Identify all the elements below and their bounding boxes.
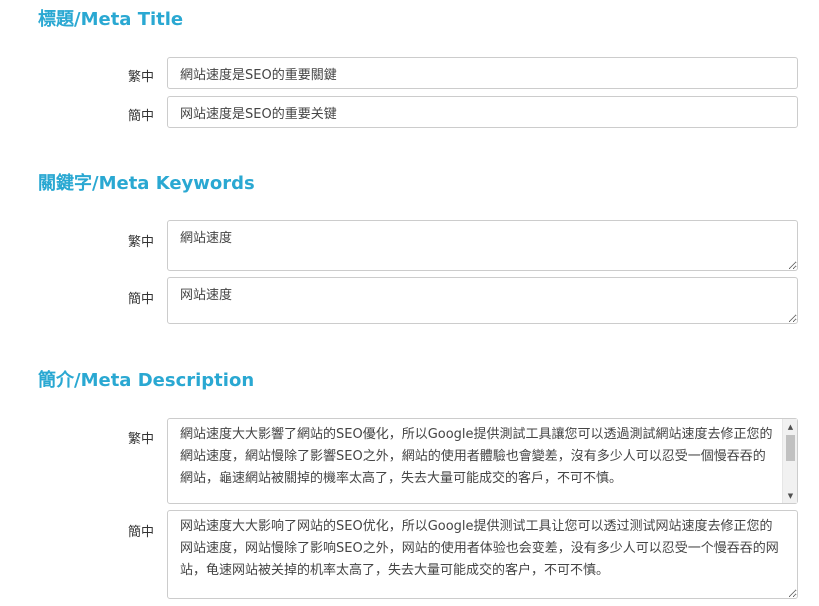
meta-description-traditional-scrollbar[interactable]: ▲ ▼ (782, 419, 797, 503)
meta-title-heading: 標題/Meta Title (38, 9, 184, 30)
meta-keywords-simplified-label: 簡中 (128, 292, 155, 307)
meta-title-traditional-label: 繁中 (128, 70, 155, 85)
scroll-thumb[interactable] (786, 435, 795, 461)
meta-description-heading: 簡介/Meta Description (38, 370, 255, 391)
meta-description-simplified-label: 簡中 (128, 525, 155, 540)
meta-title-simplified-label: 簡中 (128, 109, 155, 124)
arrow-up-icon[interactable]: ▲ (783, 419, 798, 434)
meta-keywords-simplified-textarea[interactable]: 网站速度 (167, 277, 798, 324)
meta-keywords-traditional-label: 繁中 (128, 235, 155, 250)
meta-description-simplified-textarea[interactable]: 网站速度大大影响了网站的SEO优化，所以Google提供测试工具让您可以透过测试… (167, 510, 798, 599)
meta-description-traditional-textarea[interactable]: 網站速度大大影響了網站的SEO優化，所以Google提供測試工具讓您可以透過測試… (167, 418, 798, 504)
arrow-down-icon[interactable]: ▼ (783, 488, 798, 503)
meta-keywords-traditional-textarea[interactable]: 網站速度 (167, 220, 798, 271)
meta-title-traditional-input[interactable] (167, 57, 798, 89)
meta-title-simplified-input[interactable] (167, 96, 798, 128)
meta-description-traditional-label: 繁中 (128, 432, 155, 447)
meta-keywords-heading: 關鍵字/Meta Keywords (38, 173, 255, 194)
